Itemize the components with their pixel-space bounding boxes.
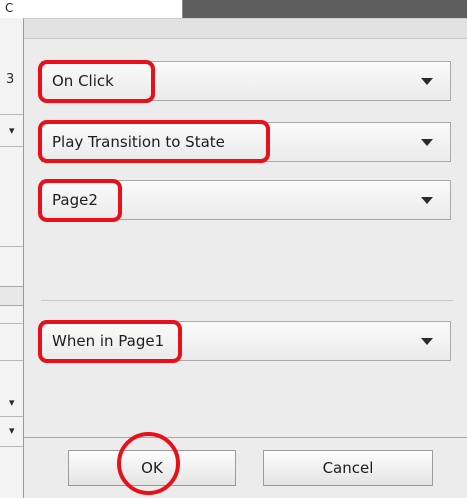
background-toolbar-glyph: C: [5, 1, 14, 15]
background-panel-row: [0, 286, 23, 306]
dialog-title-bar[interactable]: [24, 19, 467, 39]
background-panel-dropdown-icon[interactable]: ▾: [9, 424, 15, 438]
background-panel-divider: [0, 360, 23, 361]
screenshot: C 3 ▾ ▾ ▾ On Click Play Transition to St…: [0, 0, 467, 498]
background-app-panel: 3 ▾ ▾ ▾: [0, 18, 24, 498]
background-panel-divider: [0, 416, 23, 417]
chevron-down-icon: [421, 78, 433, 85]
dialog-separator: [41, 300, 453, 301]
background-panel-dropdown-icon[interactable]: ▾: [9, 396, 15, 410]
action-select-value: Play Transition to State: [52, 133, 225, 151]
condition-select-value: When in Page1: [52, 332, 165, 350]
ok-button[interactable]: OK: [68, 450, 236, 486]
background-panel-divider: [0, 246, 23, 247]
background-panel-divider: [0, 146, 23, 147]
condition-select[interactable]: When in Page1: [41, 321, 451, 361]
target-state-select-value: Page2: [52, 191, 98, 209]
background-app-toolbar: C: [0, 0, 467, 19]
trigger-select[interactable]: On Click: [41, 61, 451, 101]
background-panel-divider: [0, 114, 23, 115]
trigger-select-value: On Click: [52, 72, 114, 90]
action-select[interactable]: Play Transition to State: [41, 122, 451, 162]
add-interaction-dialog: On Click Play Transition to State Page2 …: [23, 18, 467, 498]
cancel-button[interactable]: Cancel: [263, 450, 433, 486]
chevron-down-icon: [421, 139, 433, 146]
target-state-select[interactable]: Page2: [41, 180, 451, 220]
background-panel-glyph: 3: [6, 72, 15, 87]
background-panel-divider: [0, 323, 23, 324]
chevron-down-icon: [421, 338, 433, 345]
dialog-footer-divider: [24, 437, 467, 438]
background-panel-divider: [0, 446, 23, 447]
background-panel-dropdown-icon[interactable]: ▾: [9, 124, 15, 138]
chevron-down-icon: [421, 197, 433, 204]
background-toolbar-dark-area: [183, 0, 467, 18]
